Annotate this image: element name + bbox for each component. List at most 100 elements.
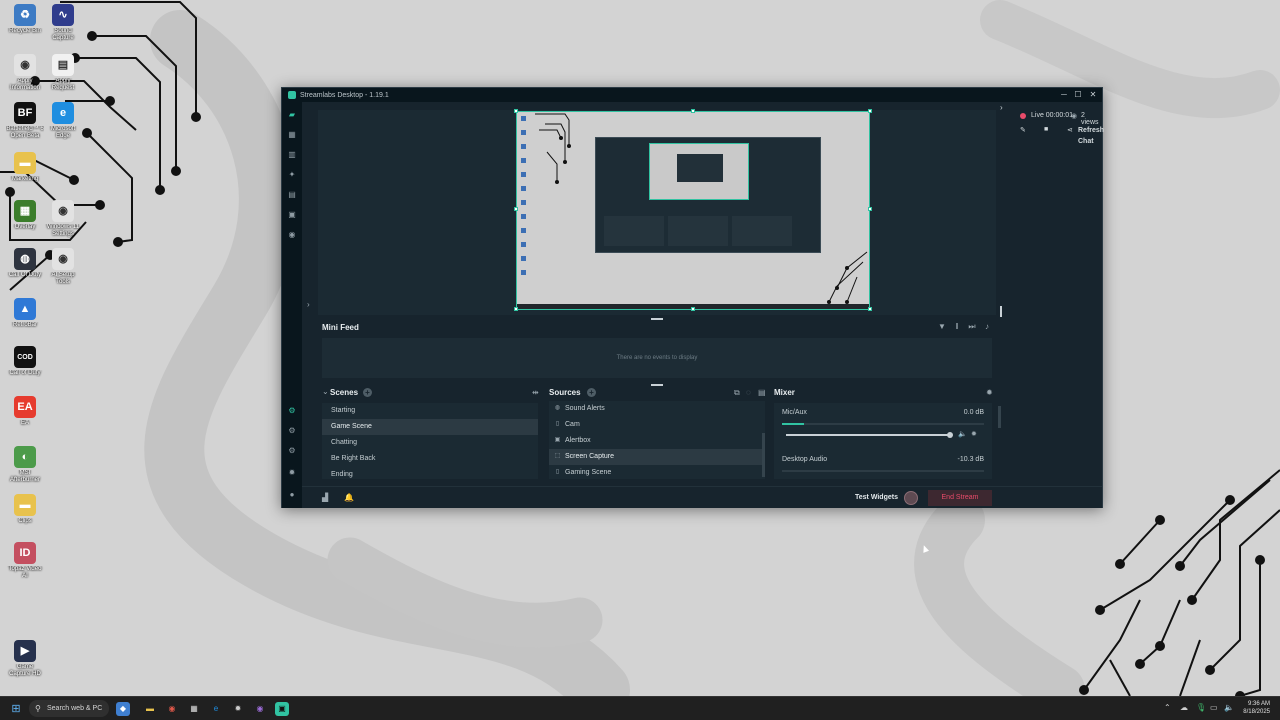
desktop-icon[interactable]: ◐ MSI Afterburner: [6, 446, 44, 484]
source-folder-icon[interactable]: ▤: [758, 388, 766, 397]
desktop-icon[interactable]: ◉ AI Setup Tools: [44, 248, 82, 286]
settings-icon[interactable]: ✹: [286, 467, 298, 479]
highlighter-icon[interactable]: ⚙: [286, 425, 298, 437]
share-icon[interactable]: ⋖: [1067, 126, 1073, 134]
studio-mode-icon[interactable]: ⚙: [286, 405, 298, 417]
scene-transition-icon[interactable]: ⇹: [532, 388, 539, 397]
source-item[interactable]: ▣ Alertbox: [549, 433, 765, 449]
resize-divider[interactable]: [651, 384, 663, 386]
desktop-icon[interactable]: ◍ Call Of Duty: [6, 248, 44, 279]
chrome-icon[interactable]: ◉: [165, 702, 179, 716]
filter-icon[interactable]: ▼: [937, 322, 947, 332]
store-icon[interactable]: ▦: [187, 702, 201, 716]
settings-icon[interactable]: ✹: [231, 702, 245, 716]
start-button[interactable]: ⊞: [9, 702, 23, 716]
resize-handle[interactable]: [868, 109, 872, 113]
mic-mute-icon[interactable]: 🔈: [958, 430, 967, 438]
mic-settings-icon[interactable]: ✹: [971, 430, 977, 438]
desktop-icon[interactable]: ◉ Windows 11 Settings: [44, 200, 82, 238]
source-item[interactable]: ▯ Gaming Scene: [549, 465, 765, 479]
store-icon[interactable]: ▤: [286, 189, 298, 201]
desktop-icon[interactable]: ▬ Clips: [6, 494, 44, 525]
preview-scrollbar[interactable]: [1000, 306, 1002, 317]
edit-icon[interactable]: ✎: [1020, 126, 1026, 134]
desktop-icon[interactable]: ▦ Overlay: [6, 200, 44, 231]
desktop-icon[interactable]: ▲ RetroBar: [6, 298, 44, 329]
end-stream-button[interactable]: End Stream: [928, 490, 992, 506]
pause-icon[interactable]: ‖: [952, 322, 962, 332]
desktop-icon[interactable]: ▶ Game Capture HD: [6, 640, 44, 678]
taskbar-search[interactable]: ⚲ Search web & PC: [29, 700, 109, 717]
scene-item[interactable]: Be Right Back: [322, 451, 538, 467]
desktop-icon[interactable]: ◉ Apply Information: [6, 54, 44, 92]
desktop-icon[interactable]: ▤ Apply Request: [44, 54, 82, 92]
editor-icon[interactable]: ▰: [286, 109, 298, 121]
dashboard-icon[interactable]: ▦: [286, 129, 298, 141]
sources-scrollbar[interactable]: [762, 433, 765, 477]
mic-icon[interactable]: 🎙: [1196, 703, 1206, 712]
maximize-button[interactable]: ☐: [1072, 89, 1084, 100]
volume-icon[interactable]: 🔈: [1224, 703, 1234, 712]
resize-handle[interactable]: [868, 307, 872, 311]
desktop-icon[interactable]: EA EA: [6, 396, 44, 427]
camera-icon[interactable]: ■: [1044, 126, 1048, 133]
notifications-icon[interactable]: 🔔: [344, 493, 354, 502]
mic-volume-slider[interactable]: [786, 432, 953, 438]
account-icon[interactable]: ●: [286, 489, 298, 501]
mixer-settings-icon[interactable]: ✹: [986, 388, 993, 397]
cloud-icon[interactable]: ☁: [1180, 703, 1188, 712]
add-scene-button[interactable]: +: [363, 388, 372, 397]
skip-icon[interactable]: ⏭: [967, 322, 977, 332]
resize-divider[interactable]: [651, 318, 663, 320]
widgets-icon[interactable]: ◆: [116, 702, 130, 716]
collapse-left-icon[interactable]: ›: [307, 300, 310, 309]
record-toggle[interactable]: [904, 491, 918, 505]
collapse-scenes-icon[interactable]: ⌄: [322, 387, 329, 396]
help-icon[interactable]: ⚙: [286, 445, 298, 457]
resize-handle[interactable]: [691, 109, 695, 113]
app-icon[interactable]: ◉: [253, 702, 267, 716]
source-item[interactable]: ◍ Sound Alerts: [549, 401, 765, 417]
source-visibility-icon[interactable]: ◌: [746, 388, 751, 397]
minimize-button[interactable]: ─: [1058, 89, 1070, 100]
edge-icon[interactable]: e: [209, 702, 223, 716]
scene-item[interactable]: Ending: [322, 467, 538, 479]
desktop-icon[interactable]: e Microsoft Edge: [44, 102, 82, 140]
resize-handle[interactable]: [514, 109, 518, 113]
scene-item[interactable]: Game Scene: [322, 419, 538, 435]
desktop-icon[interactable]: ♻ Recycle Bin: [6, 4, 44, 35]
resize-handle[interactable]: [514, 207, 518, 211]
themes-icon[interactable]: ✦: [286, 169, 298, 181]
stream-preview[interactable]: [516, 111, 870, 310]
expand-chat-icon[interactable]: ›: [1000, 103, 1003, 112]
mute-feed-icon[interactable]: ♪: [982, 322, 992, 332]
source-item[interactable]: ⬚ Screen Capture: [549, 449, 765, 465]
library-icon[interactable]: ▥: [286, 149, 298, 161]
layout-icon[interactable]: ▣: [286, 209, 298, 221]
stats-icon[interactable]: ▟: [322, 493, 328, 502]
scene-item[interactable]: Chatting: [322, 435, 538, 451]
source-item[interactable]: ▯ Cam: [549, 417, 765, 433]
source-group-icon[interactable]: ⧉: [734, 388, 740, 398]
mixer-scrollbar[interactable]: [998, 406, 1001, 428]
title-bar[interactable]: Streamlabs Desktop - 1.19.1 ─ ☐ ✕: [282, 88, 1102, 102]
file-explorer-icon[interactable]: ▬: [143, 702, 157, 716]
desktop-icon[interactable]: ▬ Marketing: [6, 152, 44, 183]
add-source-button[interactable]: +: [587, 388, 596, 397]
scene-item[interactable]: Starting: [322, 403, 538, 419]
resize-handle[interactable]: [691, 307, 695, 311]
test-widgets-button[interactable]: Test Widgets: [855, 494, 898, 501]
streamlabs-taskbar-icon[interactable]: ▣: [275, 702, 289, 716]
apps-icon[interactable]: ◉: [286, 229, 298, 241]
desktop-icon[interactable]: ID Topaz Video AI: [6, 542, 44, 580]
mic-volume-knob[interactable]: [947, 432, 953, 438]
resize-handle[interactable]: [514, 307, 518, 311]
taskbar-clock[interactable]: 9:36 AM 8/18/2025: [1238, 700, 1270, 716]
close-button[interactable]: ✕: [1087, 89, 1099, 100]
desktop-icon[interactable]: ∿ Sound Capture: [44, 4, 82, 42]
desktop-icon[interactable]: BF Battlefield™ 6 Open Beta: [6, 102, 44, 140]
desktop-icon[interactable]: COD Call of Duty: [6, 346, 44, 377]
refresh-chat-button[interactable]: Refresh: [1078, 127, 1104, 134]
tray-overflow-icon[interactable]: ⌃: [1164, 703, 1171, 712]
network-icon[interactable]: ▭: [1210, 703, 1218, 712]
